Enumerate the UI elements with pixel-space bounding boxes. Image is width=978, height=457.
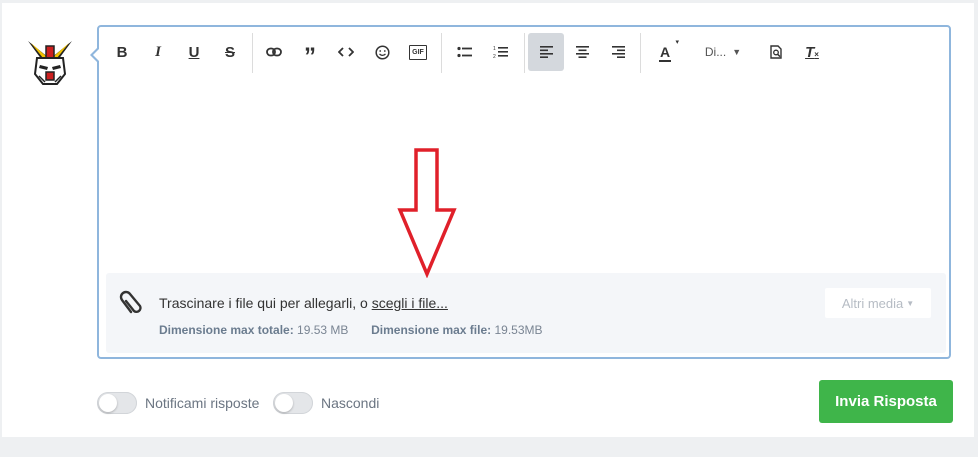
numbered-list-icon: 1 2 (493, 46, 508, 59)
emoji-icon (374, 44, 390, 60)
notify-toggle[interactable] (97, 392, 137, 414)
max-total-value: 19.53 MB (297, 323, 349, 337)
emoji-button[interactable] (365, 33, 399, 71)
strikethrough-icon: S (224, 43, 235, 61)
numbered-list-button[interactable]: 1 2 (483, 33, 517, 71)
align-right-button[interactable] (601, 33, 635, 71)
code-icon (338, 47, 354, 57)
align-left-button[interactable] (528, 33, 564, 71)
more-media-button[interactable]: Altri media ▼ (825, 288, 931, 318)
link-icon (266, 47, 282, 57)
choose-files-link[interactable]: scegli i file... (372, 295, 448, 311)
font-size-label: Di... (704, 45, 727, 59)
reply-form: B I U S ” GIF 1 2 A ▾ Di... ▼ T× Trascin… (2, 3, 974, 437)
avatar (25, 38, 75, 88)
attachment-prompt-text: Trascinare i file qui per allegarli, o (159, 295, 372, 311)
attachment-limits: Dimensione max totale: 19.53 MB Dimensio… (159, 323, 543, 337)
italic-button[interactable]: I (141, 33, 175, 71)
bold-button[interactable]: B (105, 33, 139, 71)
max-total-label: Dimensione max totale: (159, 323, 294, 337)
align-right-icon (611, 46, 625, 58)
clear-formatting-icon: T× (805, 43, 819, 61)
clear-formatting-button[interactable]: T× (795, 33, 829, 71)
toggle-knob (99, 394, 117, 412)
preview-icon (769, 45, 782, 59)
bold-icon: B (116, 43, 128, 61)
align-center-button[interactable] (565, 33, 599, 71)
attachment-prompt: Trascinare i file qui per allegarli, o s… (159, 295, 448, 311)
paperclip-icon (118, 289, 144, 319)
hide-label: Nascondi (321, 395, 380, 411)
gif-button[interactable]: GIF (401, 33, 435, 71)
notify-label: Notificami risposte (145, 395, 260, 411)
editor-toolbar: B I U S ” GIF 1 2 A ▾ Di... ▼ T× (99, 27, 949, 79)
chevron-down-icon: ▼ (732, 47, 742, 57)
bulleted-list-button[interactable] (447, 33, 481, 71)
caret-icon: ▾ (675, 38, 680, 46)
italic-icon: I (155, 43, 161, 60)
more-media-label: Altri media (841, 295, 904, 311)
toolbar-divider (252, 33, 253, 73)
toolbar-divider (640, 33, 641, 73)
gif-icon: GIF (409, 44, 427, 60)
text-color-icon: A ▾ (658, 38, 680, 62)
align-left-icon (539, 46, 553, 58)
max-file-value: 19.53MB (494, 323, 543, 337)
caret-down-icon: ▼ (906, 298, 915, 308)
svg-text:1: 1 (493, 46, 496, 52)
submit-reply-button[interactable]: Invia Risposta (819, 380, 953, 423)
bulleted-list-icon (456, 46, 472, 58)
message-editor[interactable]: B I U S ” GIF 1 2 A ▾ Di... ▼ T× Trascin… (90, 25, 951, 359)
annotation-arrow (397, 148, 457, 278)
attachment-dropzone[interactable]: Trascinare i file qui per allegarli, o s… (106, 273, 946, 353)
toggle-knob (275, 394, 293, 412)
font-size-dropdown[interactable]: Di... ▼ (695, 33, 751, 71)
toolbar-divider (524, 33, 525, 73)
underline-button[interactable]: U (177, 33, 211, 71)
max-file-label: Dimensione max file: (371, 323, 492, 337)
align-center-icon (575, 46, 589, 58)
text-color-button[interactable]: A ▾ (645, 33, 685, 71)
link-button[interactable] (257, 33, 291, 71)
preview-button[interactable] (759, 33, 793, 71)
quote-icon: ” (304, 43, 316, 70)
svg-text:2: 2 (493, 54, 496, 59)
hide-toggle[interactable] (273, 392, 313, 414)
strikethrough-button[interactable]: S (213, 33, 247, 71)
toolbar-divider (441, 33, 442, 73)
underline-icon: U (188, 43, 200, 61)
quote-button[interactable]: ” (293, 33, 327, 71)
code-button[interactable] (329, 33, 363, 71)
